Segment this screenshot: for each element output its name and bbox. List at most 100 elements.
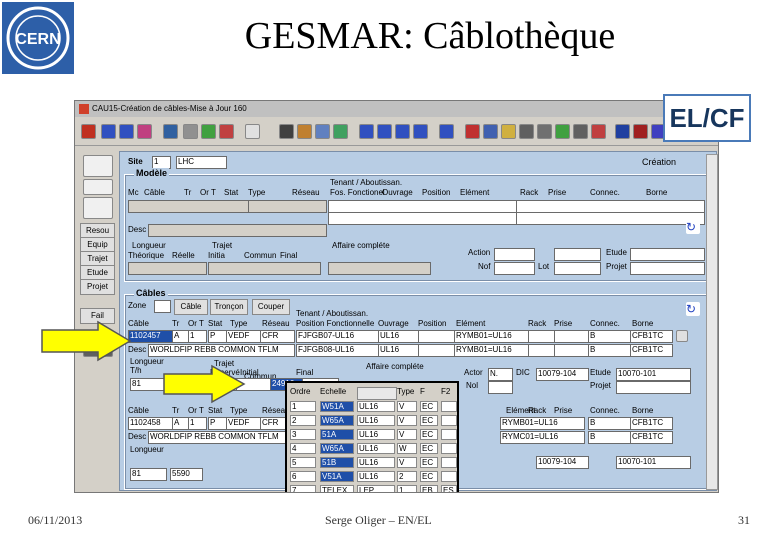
modele-nof-field[interactable] (494, 262, 535, 275)
run-icon[interactable] (465, 124, 480, 139)
report-icon[interactable] (555, 124, 570, 139)
cable2-etude-field[interactable]: 10070-101 (616, 456, 691, 469)
cable-reseau-field[interactable]: CFR (260, 330, 295, 343)
cable-borne1-field[interactable]: CFB1TC (630, 330, 673, 343)
modele-type-field[interactable] (248, 200, 327, 213)
excel-icon[interactable] (83, 197, 113, 219)
cable-nol-field[interactable] (488, 381, 513, 394)
modele-projet-field[interactable] (630, 262, 705, 275)
arrow-down-icon[interactable] (101, 124, 116, 139)
pin-icon[interactable] (439, 124, 454, 139)
tree-icon[interactable] (83, 155, 113, 177)
book-icon[interactable] (83, 179, 113, 195)
cable2-con1-field[interactable]: B (588, 417, 631, 430)
cable2-tr-field[interactable]: A (172, 417, 189, 430)
scrollbar[interactable] (706, 154, 718, 490)
cable2-con2-field[interactable]: B (588, 431, 631, 444)
settings-icon[interactable] (537, 124, 552, 139)
cable-elem2-field[interactable]: RYMB01=UL16 (454, 344, 529, 357)
help-icon[interactable] (615, 124, 630, 139)
popup-row[interactable]: 4 W65A UL16 W EC (287, 443, 461, 454)
car-icon[interactable] (483, 124, 498, 139)
scissors-icon[interactable] (519, 124, 534, 139)
add-icon[interactable] (201, 124, 216, 139)
scroll-down-icon[interactable] (676, 330, 688, 342)
cable2-ort-field[interactable]: 1 (188, 417, 207, 430)
cable-desc-field[interactable]: WORLDFIP REBB COMMON TFLM (148, 344, 295, 357)
zone-input[interactable] (154, 300, 171, 313)
cable-type-field[interactable]: VEDF (226, 330, 261, 343)
query-icon[interactable] (297, 124, 312, 139)
modele-pos2-field[interactable] (328, 212, 517, 225)
refresh-icon[interactable]: ↻ (686, 220, 700, 234)
cable-dic-field[interactable]: 10079-104 (536, 368, 589, 381)
cable-ouv1-field[interactable]: UL16 (378, 330, 419, 343)
modele-desc-field[interactable] (148, 224, 327, 237)
site-code-field[interactable]: LHC (176, 156, 227, 169)
grid-icon[interactable] (315, 124, 330, 139)
cable2-dic-field[interactable]: 10079-104 (536, 456, 589, 469)
first-record-icon[interactable] (359, 124, 374, 139)
cable2-number-field[interactable]: 1102458 (128, 417, 173, 430)
cable2-reserve-field[interactable]: 5590 (170, 468, 203, 481)
modele-trajet-field[interactable] (208, 262, 321, 275)
cable-con2-field[interactable]: B (588, 344, 631, 357)
popup-row[interactable]: 1 W51A UL16 V EC (287, 401, 461, 412)
cable-borne2-field[interactable]: CFB1TC (630, 344, 673, 357)
cable-con1-field[interactable]: B (588, 330, 631, 343)
cable2-desc-field[interactable]: WORLDFIP REBB COMMON TFLM (148, 431, 295, 444)
modele-lot-field[interactable] (554, 248, 601, 261)
modele-lot2-field[interactable] (554, 262, 601, 275)
cable-pos2-field[interactable]: FJFGB08-UL16 (296, 344, 379, 357)
cable-projet-field[interactable] (616, 381, 691, 394)
cable-actor-field[interactable]: N. (488, 368, 513, 381)
popup-row[interactable]: 7 TELEX LEP 1 EB ES (287, 485, 461, 492)
modele-longueur-field[interactable] (128, 262, 207, 275)
popup-row[interactable]: 6 V51A UL16 2 EC (287, 471, 461, 482)
next-record-icon[interactable] (395, 124, 410, 139)
cable-stat-field[interactable]: P (208, 330, 227, 343)
cable-prise1-field[interactable] (554, 330, 589, 343)
cable-rack2-field[interactable] (528, 344, 555, 357)
arrow-up-icon[interactable] (119, 124, 134, 139)
magnet-icon[interactable] (591, 124, 606, 139)
cable2-stat-field[interactable]: P (208, 417, 227, 430)
modele-affaire-field[interactable] (328, 262, 431, 275)
cable-position1-field[interactable] (418, 330, 455, 343)
sidebar-item-projet[interactable]: Projet (80, 279, 115, 295)
binoculars-icon[interactable] (279, 124, 294, 139)
popup-row[interactable]: 5 51B UL16 V EC (287, 457, 461, 468)
cable-pos1-field[interactable]: FJFGB07-UL16 (296, 330, 379, 343)
modele-elem2-field[interactable] (516, 212, 705, 225)
tab-cable[interactable]: Câble (174, 299, 208, 315)
cable-number-field[interactable]: 1102457 (128, 330, 173, 343)
cable2-borne1-field[interactable]: CFB1TC (630, 417, 673, 430)
cable-elem1-field[interactable]: RYMB01=UL16 (454, 330, 529, 343)
cable-position2-field[interactable] (418, 344, 455, 357)
cable2-tth-field[interactable]: 81 (130, 468, 167, 481)
last-record-icon[interactable] (413, 124, 428, 139)
cable-tr-field[interactable]: A (172, 330, 189, 343)
modele-action-field[interactable] (494, 248, 535, 261)
filter-icon[interactable] (333, 124, 348, 139)
eraser-icon[interactable] (137, 124, 152, 139)
cable2-elem2-field[interactable]: RYMC01=UL16 (500, 431, 585, 444)
save-icon[interactable] (163, 124, 178, 139)
exit-icon[interactable] (81, 124, 96, 139)
popup-row[interactable]: 2 W65A UL16 V EC (287, 415, 461, 426)
info-icon[interactable] (633, 124, 648, 139)
cable2-borne2-field[interactable]: CFB1TC (630, 431, 673, 444)
cable2-elem1-field[interactable]: RYMB01=UL16 (500, 417, 585, 430)
cable-ort-field[interactable]: 1 (188, 330, 207, 343)
popup-row[interactable]: 3 51A UL16 V EC (287, 429, 461, 440)
prev-record-icon[interactable] (377, 124, 392, 139)
tab-couper[interactable]: Couper (252, 299, 290, 315)
tab-troncon[interactable]: Tronçon (210, 299, 248, 315)
folder-icon[interactable] (501, 124, 516, 139)
print-icon[interactable] (183, 124, 198, 139)
cable-etude-field[interactable]: 10070-101 (616, 368, 691, 381)
delete-icon[interactable] (219, 124, 234, 139)
cable-prise2-field[interactable] (554, 344, 589, 357)
copy-icon[interactable] (245, 124, 260, 139)
cable2-type-field[interactable]: VEDF (226, 417, 261, 430)
